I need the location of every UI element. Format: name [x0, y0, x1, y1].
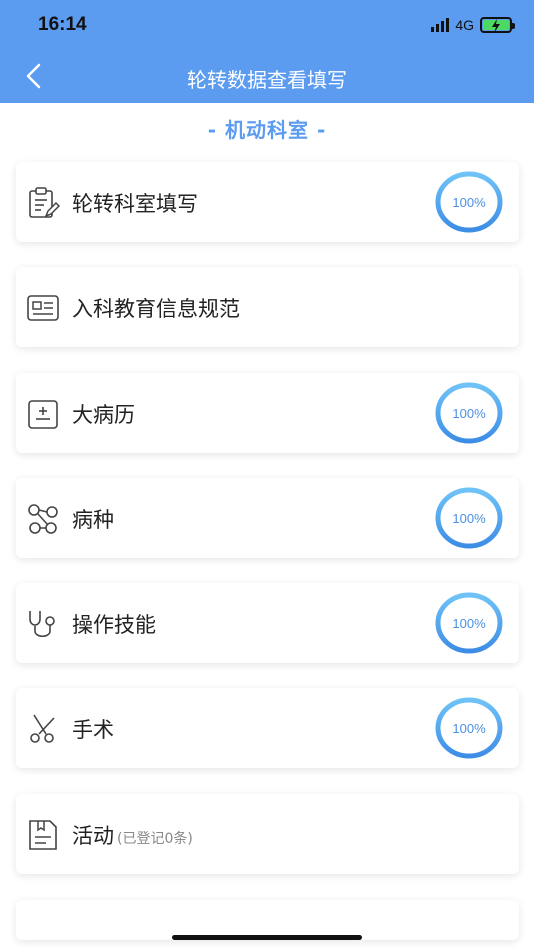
progress-ring: 100%: [435, 170, 503, 234]
list-item-entry-education[interactable]: 入科教育信息规范: [16, 267, 519, 347]
list-item-partial[interactable]: [16, 900, 519, 940]
item-label: 活动 (已登记0条): [72, 820, 193, 850]
id-card-icon: [27, 295, 59, 321]
progress-value: 100%: [452, 615, 486, 631]
status-indicators: 4G: [431, 17, 515, 33]
list-item-medical-record[interactable]: 大病历 100%: [16, 373, 519, 453]
stethoscope-icon: [29, 611, 55, 638]
progress-value: 100%: [452, 510, 486, 526]
battery-icon: [480, 17, 515, 33]
scissors-icon: [30, 714, 55, 743]
item-label: 入科教育信息规范: [72, 297, 240, 321]
progress-ring: 100%: [435, 696, 503, 760]
item-label-text: 活动: [72, 824, 114, 848]
progress-ring: 100%: [435, 591, 503, 655]
list-item-disease-type[interactable]: 病种 100%: [16, 478, 519, 558]
item-label: 病种: [72, 508, 114, 532]
clipboard-edit-icon: [29, 187, 60, 218]
progress-ring: 100%: [435, 486, 503, 550]
item-label: 大病历: [72, 403, 135, 427]
list-item-activity[interactable]: 活动 (已登记0条): [16, 794, 519, 874]
progress-ring: 100%: [435, 381, 503, 445]
item-sub-label: (已登记0条): [117, 831, 193, 847]
list-item-operation-skills[interactable]: 操作技能 100%: [16, 583, 519, 663]
list-item-rotation-dept[interactable]: 轮转科室填写 100%: [16, 162, 519, 242]
network-type: 4G: [455, 17, 474, 33]
medical-record-icon: [28, 400, 58, 429]
page-title: 轮转数据查看填写: [187, 68, 347, 92]
list-item-surgery[interactable]: 手术 100%: [16, 688, 519, 768]
progress-value: 100%: [452, 194, 486, 210]
item-label: 手术: [72, 718, 114, 742]
status-time: 16:14: [38, 14, 87, 35]
item-label: 操作技能: [72, 613, 156, 637]
home-indicator: [172, 935, 362, 940]
header: 16:14 4G 轮转数据查看填写: [0, 0, 534, 103]
status-bar: 16:14 4G: [0, 0, 534, 50]
molecule-icon: [28, 504, 58, 534]
department-title: - 机动科室 -: [207, 118, 327, 142]
progress-value: 100%: [452, 405, 486, 421]
item-label: 轮转科室填写: [72, 192, 198, 216]
progress-value: 100%: [452, 720, 486, 736]
document-icon: [29, 820, 57, 850]
signal-icon: [431, 18, 450, 32]
